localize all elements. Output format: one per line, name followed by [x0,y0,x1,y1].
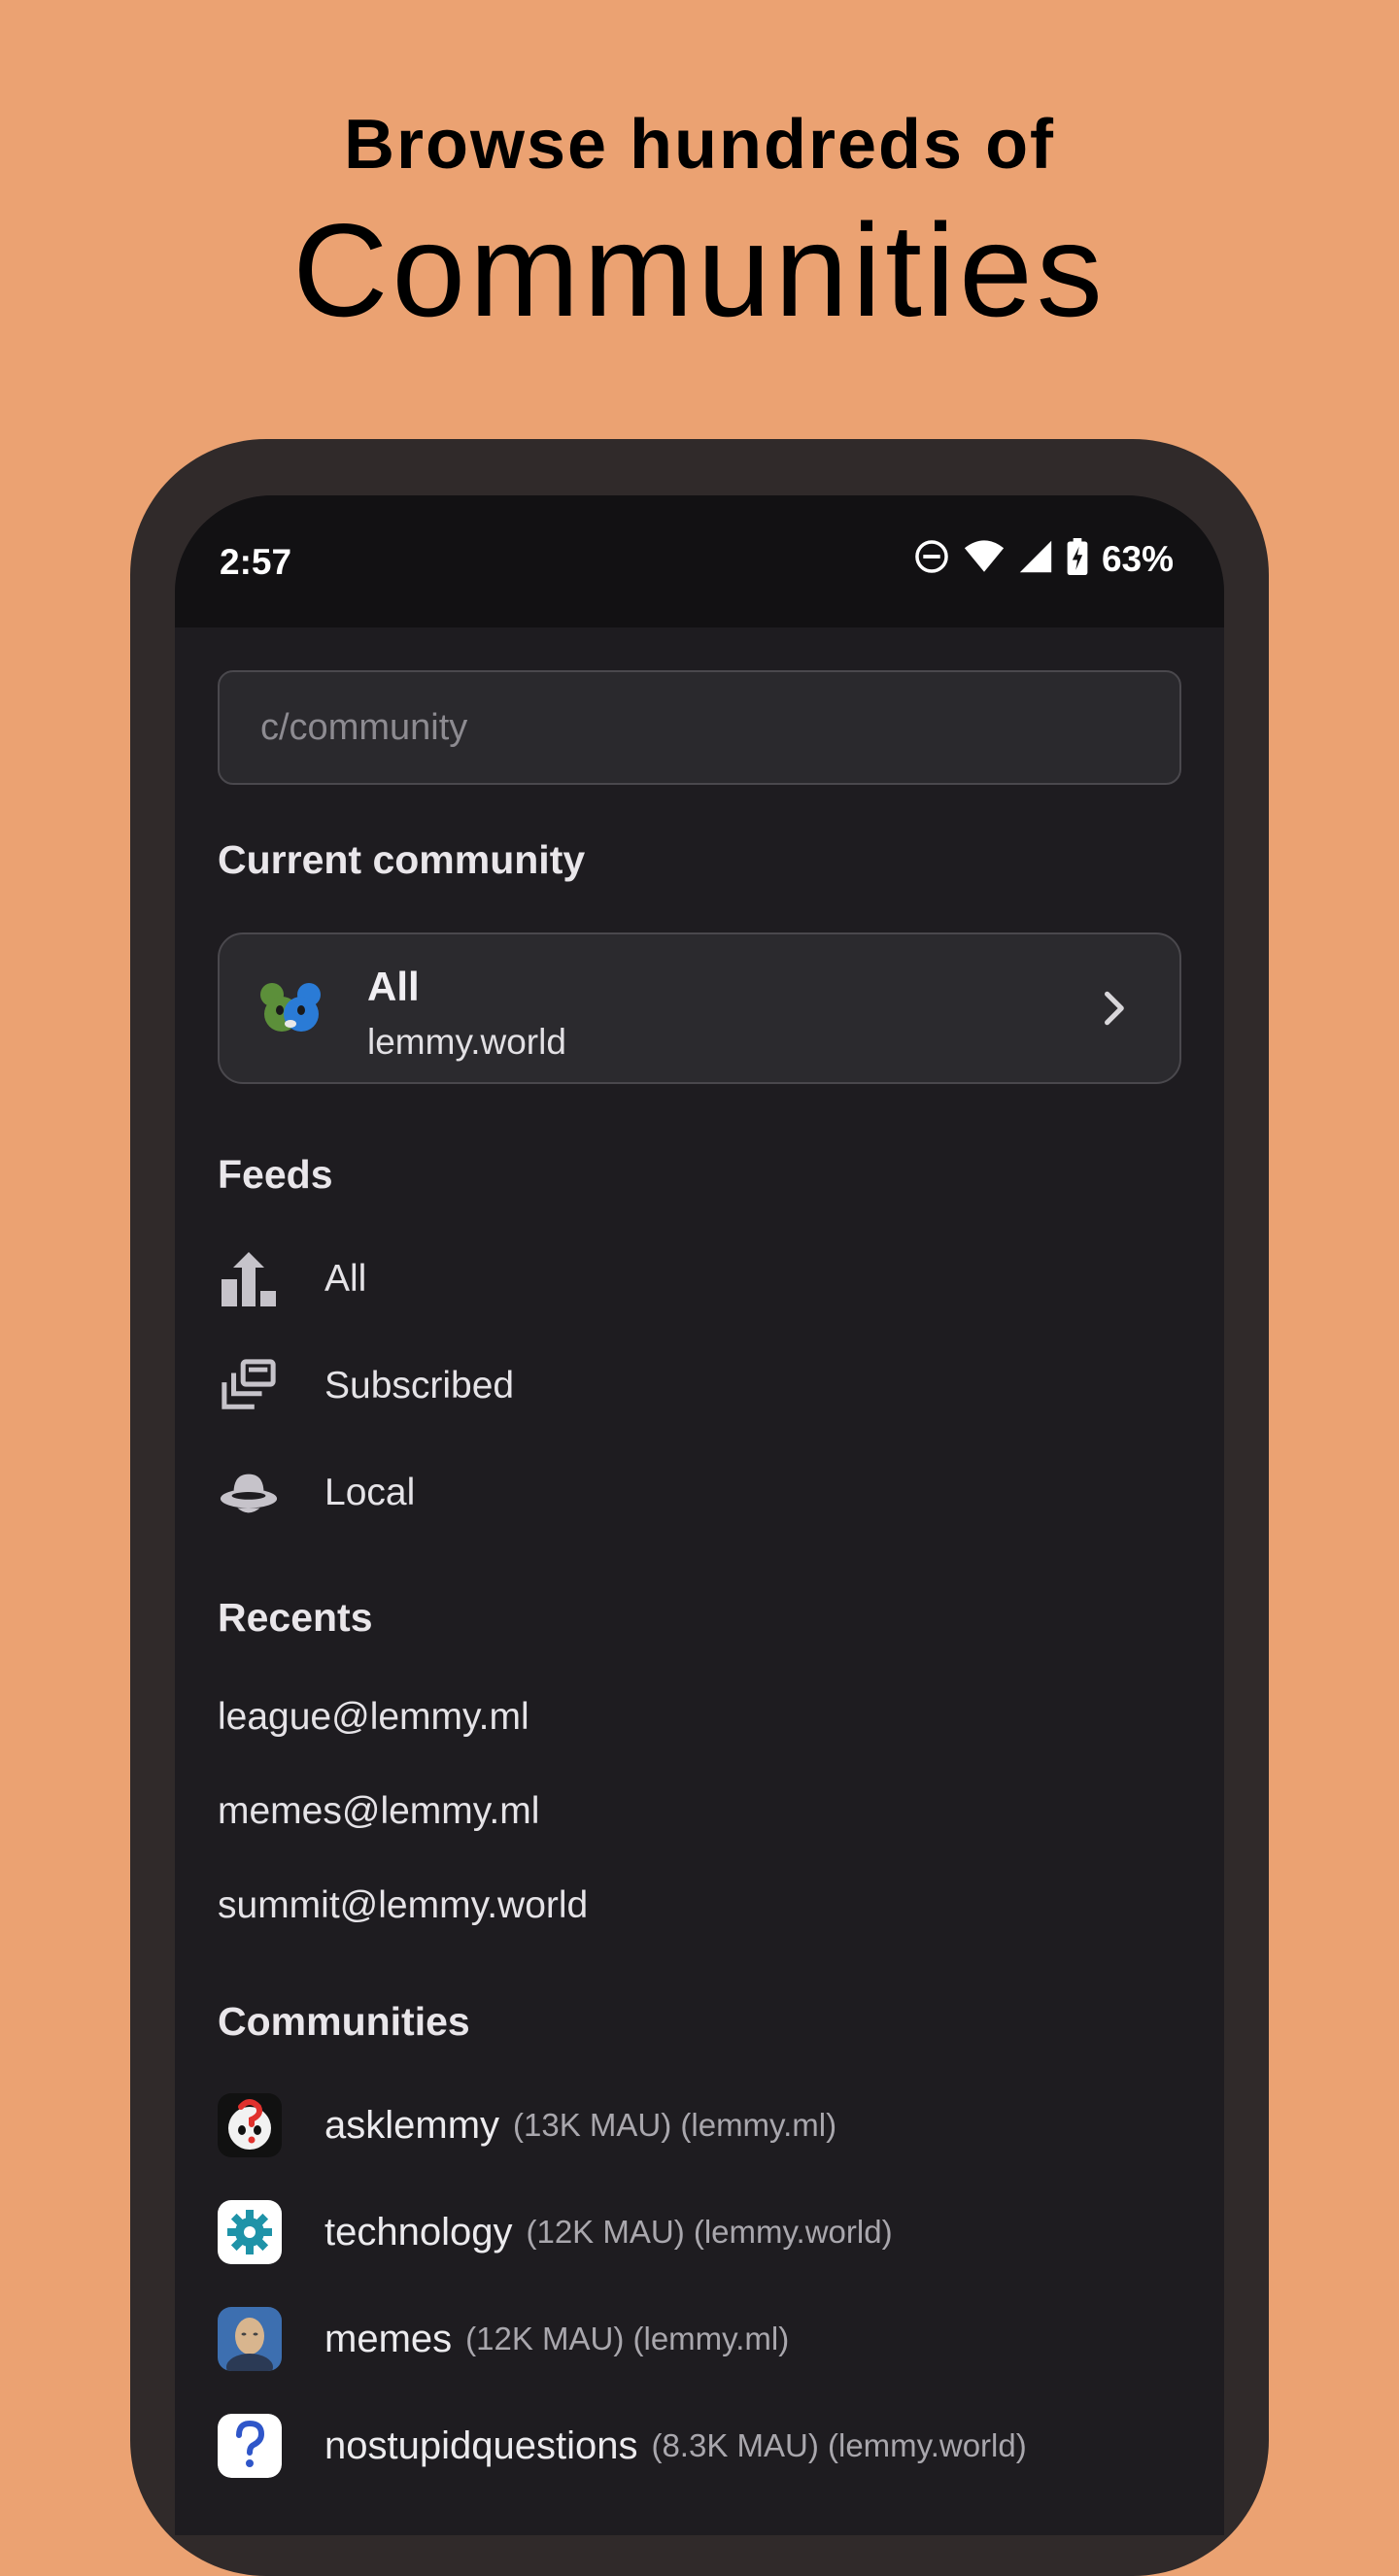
community-name: asklemmy [324,2103,500,2147]
feed-item-local[interactable]: Local [218,1449,1092,1537]
cell-signal-icon [1018,539,1053,579]
hero-subtitle: Browse hundreds of [343,106,1056,184]
chevron-right-icon [1092,987,1135,1030]
recent-item[interactable]: league@lemmy.ml [218,1696,529,1739]
ufo-icon [218,1462,280,1524]
promo-page: Browse hundreds of Communities 2:57 63% [0,0,1399,2576]
recent-item[interactable]: summit@lemmy.world [218,1884,588,1927]
community-name: technology [324,2210,513,2254]
current-community-instance: lemmy.world [367,1022,566,1062]
battery-percent: 63% [1101,538,1174,579]
community-meta: (8.3K MAU) (lemmy.world) [651,2427,1027,2463]
feed-item-subscribed[interactable]: Subscribed [218,1342,1092,1430]
do-not-disturb-icon [913,538,950,580]
community-meta: (12K MAU) (lemmy.ml) [465,2321,790,2356]
feed-item-label: All [324,1258,367,1300]
community-item-memes[interactable]: memes (12K MAU) (lemmy.ml) [218,2300,1189,2378]
wifi-icon [964,539,1005,579]
communities-heading: Communities [218,1999,470,2044]
current-community-title: All [367,964,420,1009]
memes-avatar [218,2307,282,2371]
recent-item[interactable]: memes@lemmy.ml [218,1790,539,1833]
hero-title: Communities [292,196,1107,344]
battery-charging-icon [1067,538,1088,580]
community-meta: (13K MAU) (lemmy.ml) [513,2107,837,2143]
status-icons: 63% [913,538,1174,580]
asklemmy-avatar [218,2093,282,2157]
community-item-technology[interactable]: technology (12K MAU) (lemmy.world) [218,2193,1189,2271]
status-bar: 2:57 63% [175,495,1224,627]
community-search[interactable] [218,670,1181,785]
phone-screen: 2:57 63% Current communi [175,495,1224,2535]
community-item-nostupidquestions[interactable]: nostupidquestions (8.3K MAU) (lemmy.worl… [218,2407,1189,2485]
recents-heading: Recents [218,1595,373,1640]
community-meta: (12K MAU) (lemmy.world) [526,2214,893,2250]
stacked-cards-icon [218,1355,280,1417]
feed-item-label: Subscribed [324,1365,515,1407]
community-name: nostupidquestions [324,2423,638,2467]
lemmy-world-avatar [258,981,323,1039]
feed-item-all[interactable]: All [218,1236,1092,1323]
trending-bars-icon [218,1248,280,1310]
status-time: 2:57 [220,542,292,582]
nostupidquestions-avatar [218,2414,282,2478]
community-search-input[interactable] [220,672,1179,783]
current-community-heading: Current community [218,837,586,882]
current-community-card[interactable]: All lemmy.world [218,932,1181,1084]
technology-avatar [218,2200,282,2264]
feed-item-label: Local [324,1472,416,1513]
community-item-asklemmy[interactable]: asklemmy (13K MAU) (lemmy.ml) [218,2086,1189,2164]
community-name: memes [324,2317,453,2360]
feeds-heading: Feeds [218,1152,333,1197]
